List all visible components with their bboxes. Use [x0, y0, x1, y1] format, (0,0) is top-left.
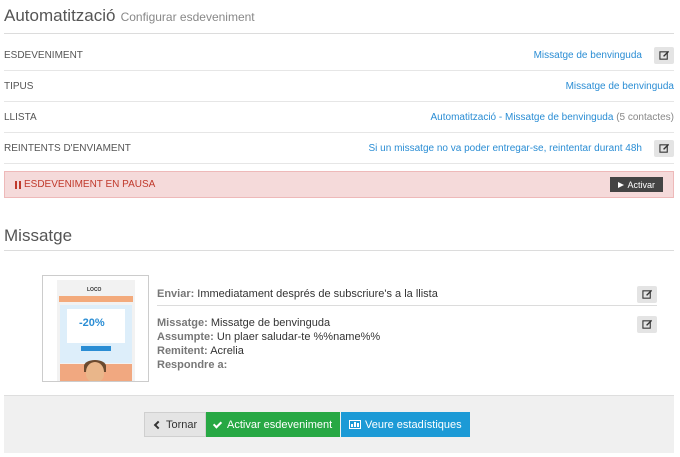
- activate-event-button[interactable]: Activar esdeveniment: [206, 412, 341, 437]
- footer-actions: Tornar Activar esdeveniment Veure estadí…: [4, 395, 674, 453]
- detail-line: Respondre a:: [157, 359, 228, 371]
- page-title: Automatització: [4, 6, 116, 25]
- message-thumbnail[interactable]: LOCO -20%: [42, 275, 149, 382]
- view-stats-label: Veure estadístiques: [365, 418, 462, 431]
- setting-label: LLISTA: [4, 111, 37, 123]
- activate-button[interactable]: Activar: [610, 177, 663, 192]
- section-title: Missatge: [4, 226, 674, 251]
- detail-line: Assumpte: Un plaer saludar-te %%name%%: [157, 331, 381, 343]
- paused-text: ESDEVENIMENT EN PAUSA: [24, 179, 156, 190]
- edit-send-button[interactable]: [637, 285, 657, 303]
- back-button[interactable]: Tornar: [144, 412, 207, 437]
- send-key: Enviar:: [157, 288, 195, 300]
- thumbnail-logo: LOCO: [87, 287, 102, 293]
- setting-label: REINTENTS D'ENVIAMENT: [4, 142, 131, 154]
- message-details: Missatge: Missatge de benvinguda Assumpt…: [157, 316, 657, 372]
- chevron-left-icon: [153, 420, 163, 429]
- send-value: Immediatament després de subscriure's a …: [197, 288, 438, 300]
- edit-icon: [641, 289, 652, 299]
- setting-value-link[interactable]: Si un missatge no va poder entregar-se, …: [369, 143, 643, 154]
- page-subtitle: Configurar esdeveniment: [120, 10, 255, 24]
- back-label: Tornar: [166, 418, 198, 431]
- list-link[interactable]: Automatització - Missatge de benvinguda: [431, 112, 614, 123]
- setting-label: TIPUS: [4, 80, 34, 92]
- edit-retries-button[interactable]: [654, 139, 674, 157]
- activate-label: Activar: [627, 179, 655, 190]
- play-icon: [618, 181, 625, 188]
- bar-chart-icon: [349, 420, 361, 429]
- detail-line: Missatge: Missatge de benvinguda: [157, 317, 331, 329]
- setting-label: ESDEVENIMENT: [4, 49, 83, 61]
- setting-row-retries: REINTENTS D'ENVIAMENT Si un missatge no …: [4, 133, 674, 164]
- setting-value-link[interactable]: Missatge de benvinguda: [534, 50, 642, 61]
- setting-row-event: ESDEVENIMENT Missatge de benvinguda: [4, 40, 674, 71]
- setting-row-list: LLISTA Automatització - Missatge de benv…: [4, 102, 674, 133]
- setting-value-link[interactable]: Missatge de benvinguda: [566, 81, 674, 92]
- page-header: Automatització Configurar esdeveniment: [4, 6, 674, 34]
- setting-row-type: TIPUS Missatge de benvinguda: [4, 71, 674, 102]
- edit-icon: [658, 143, 669, 153]
- edit-icon: [641, 319, 652, 329]
- edit-event-button[interactable]: [654, 46, 674, 64]
- detail-line: Remitent: Acrelia: [157, 345, 244, 357]
- view-stats-button[interactable]: Veure estadístiques: [341, 412, 470, 437]
- pause-icon: [15, 180, 21, 189]
- edit-icon: [658, 50, 669, 60]
- activate-event-label: Activar esdeveniment: [227, 418, 333, 431]
- contact-count: (5 contactes): [616, 111, 674, 123]
- paused-alert: ESDEVENIMENT EN PAUSA Activar: [4, 171, 674, 198]
- edit-message-button[interactable]: [637, 316, 657, 333]
- thumbnail-discount: -20%: [79, 317, 105, 329]
- check-icon: [212, 418, 223, 429]
- setting-value-link: Automatització - Missatge de benvinguda …: [431, 112, 674, 123]
- send-row: Enviar: Immediatament després de subscri…: [157, 283, 657, 306]
